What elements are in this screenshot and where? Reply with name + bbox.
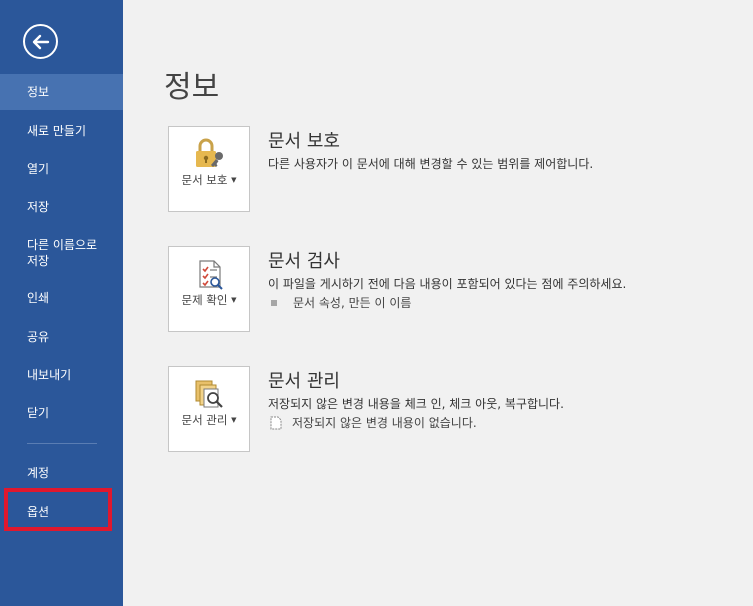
back-button[interactable] [23, 24, 58, 59]
sidebar-item-label: 새로 만들기 [27, 124, 87, 138]
manage-document-button[interactable]: 문서 관리 ▼ [168, 366, 250, 452]
sidebar-item-share[interactable]: 공유 [0, 319, 123, 355]
sidebar-item-save-as[interactable]: 다른 이름으로 저장 [0, 233, 123, 273]
protect-document-label: 문서 보호 ▼ [179, 173, 239, 188]
button-label-text: 문서 보호 [181, 173, 228, 187]
manage-document-description: 저장되지 않은 변경 내용을 체크 인, 체크 아웃, 복구합니다. [268, 397, 564, 411]
inspect-icon [199, 260, 223, 290]
protect-document-title: 문서 보호 [268, 131, 340, 152]
sidebar-item-account[interactable]: 계정 [0, 455, 123, 491]
inspect-document-title: 문서 검사 [268, 251, 340, 272]
sidebar-item-label: 열기 [27, 162, 50, 176]
sidebar-item-print[interactable]: 인쇄 [0, 280, 123, 316]
protect-document-description: 다른 사용자가 이 문서에 대해 변경할 수 있는 범위를 제어합니다. [268, 157, 594, 171]
sidebar-item-label: 내보내기 [27, 368, 72, 382]
sub-item-text: 저장되지 않은 변경 내용이 없습니다. [292, 416, 477, 430]
chevron-down-icon: ▼ [231, 176, 237, 184]
sidebar-item-label: 정보 [27, 85, 50, 99]
back-arrow-icon [32, 34, 49, 49]
manage-document-label: 문서 관리 ▼ [179, 413, 239, 428]
sidebar-item-label: 저장 [27, 200, 50, 214]
sidebar-item-label: 계정 [27, 466, 50, 480]
protect-document-button[interactable]: 문서 보호 ▼ [168, 126, 250, 212]
document-icon [270, 416, 282, 429]
sidebar-divider [27, 443, 97, 444]
sidebar-item-label: 다른 이름으로 저장 [27, 238, 98, 268]
backstage-sidebar: 정보 새로 만들기 열기 저장 다른 이름으로 저장 인쇄 공유 내보내기 닫기… [0, 0, 123, 606]
check-for-issues-label: 문제 확인 ▼ [179, 293, 239, 308]
manage-document-title: 문서 관리 [268, 371, 340, 392]
chevron-down-icon: ▼ [231, 416, 237, 424]
sidebar-item-open[interactable]: 열기 [0, 151, 123, 187]
manage-document-sub-item: 저장되지 않은 변경 내용이 없습니다. [270, 414, 477, 431]
sidebar-item-label: 인쇄 [27, 291, 50, 305]
sidebar-item-label: 닫기 [27, 406, 50, 420]
sidebar-item-save[interactable]: 저장 [0, 189, 123, 225]
sidebar-item-options[interactable]: 옵션 [0, 494, 123, 530]
sub-item-text: 문서 속성, 만든 이 이름 [293, 296, 412, 310]
lock-icon [196, 138, 223, 167]
button-label-text: 문서 관리 [181, 413, 228, 427]
sidebar-item-label: 공유 [27, 330, 50, 344]
check-for-issues-button[interactable]: 문제 확인 ▼ [168, 246, 250, 332]
sidebar-item-close[interactable]: 닫기 [0, 395, 123, 431]
sidebar-item-new[interactable]: 새로 만들기 [0, 113, 123, 149]
inspect-document-sub-item: 문서 속성, 만든 이 이름 [270, 294, 411, 311]
sidebar-item-label: 옵션 [27, 505, 50, 519]
sidebar-item-info[interactable]: 정보 [0, 74, 123, 110]
button-label-text: 문제 확인 [181, 293, 228, 307]
manage-versions-icon [195, 380, 223, 408]
sidebar-item-export[interactable]: 내보내기 [0, 357, 123, 393]
page-title: 정보 [164, 70, 220, 105]
inspect-document-description: 이 파일을 게시하기 전에 다음 내용이 포함되어 있다는 점에 주의하세요. [268, 277, 627, 291]
chevron-down-icon: ▼ [231, 296, 237, 304]
bullet-icon [271, 299, 277, 306]
